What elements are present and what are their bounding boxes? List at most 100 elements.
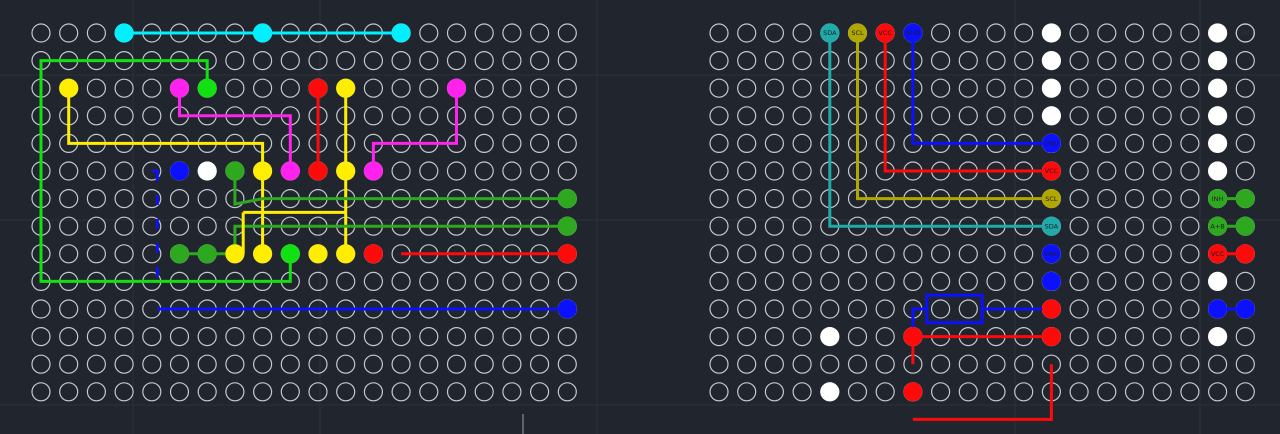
- pin-yellow: [59, 78, 79, 98]
- board-hole: [958, 78, 978, 98]
- board-hole: [1124, 78, 1145, 98]
- board-hole: [502, 327, 522, 347]
- board-hole: [419, 23, 439, 43]
- board-hole: [114, 106, 134, 126]
- board-hole: [197, 354, 217, 374]
- board-hole: [1180, 382, 1200, 402]
- board-hole: [502, 78, 522, 98]
- board-hole: [986, 23, 1006, 43]
- board-hole: [114, 299, 134, 319]
- board-hole: [253, 50, 273, 71]
- board-hole: [1152, 161, 1172, 181]
- board-hole: [737, 23, 757, 43]
- board-hole: [59, 354, 79, 374]
- board-hole: [31, 23, 51, 43]
- board-hole: [709, 133, 729, 153]
- board-hole: [1207, 354, 1228, 374]
- pin-red: [1041, 327, 1061, 347]
- board-hole: [142, 354, 162, 374]
- board-hole: [391, 271, 411, 291]
- board-hole: [709, 106, 729, 126]
- pin-green: [557, 216, 577, 236]
- board-hole: [363, 106, 383, 126]
- pin-label: SDA: [1045, 222, 1059, 230]
- board-hole: [529, 382, 550, 402]
- board-hole: [1180, 161, 1200, 181]
- pin-white: [1208, 161, 1228, 181]
- pin-white: [820, 327, 840, 347]
- board-hole: [86, 244, 107, 264]
- board-hole: [391, 106, 411, 126]
- pin-red: [903, 327, 923, 347]
- pin-blue: [170, 161, 189, 181]
- board-hole: [1152, 50, 1172, 71]
- board-hole: [391, 161, 411, 181]
- board-hole: [930, 106, 951, 126]
- board-hole: [1124, 354, 1145, 374]
- board-hole: [764, 327, 785, 347]
- board-hole: [1124, 271, 1145, 291]
- board-hole: [502, 133, 522, 153]
- board-hole: [529, 161, 550, 181]
- board-hole: [847, 354, 868, 374]
- board-hole: [1014, 106, 1034, 126]
- board-hole: [1152, 78, 1172, 98]
- board-hole: [709, 50, 729, 71]
- board-hole: [1124, 327, 1145, 347]
- board-hole: [1180, 106, 1200, 126]
- board-hole: [1152, 354, 1172, 374]
- pin-yellow: [253, 161, 273, 181]
- board-hole: [847, 271, 868, 291]
- board-hole: [986, 106, 1006, 126]
- board-hole: [86, 382, 107, 402]
- board-hole: [930, 354, 951, 374]
- pin-magenta: [170, 78, 189, 98]
- board-hole: [363, 50, 383, 71]
- board-hole: [1180, 189, 1200, 209]
- board-hole: [792, 327, 812, 347]
- board-hole: [1152, 189, 1172, 209]
- board-hole: [169, 354, 190, 374]
- board-hole: [709, 161, 729, 181]
- board-hole: [1014, 354, 1034, 374]
- wire-magenta: [178, 88, 292, 171]
- pin-yellow: [253, 244, 273, 264]
- pin-magenta: [280, 161, 300, 181]
- board-hole: [280, 382, 300, 402]
- board-hole: [446, 50, 467, 71]
- board-hole: [1124, 23, 1145, 43]
- pin-white: [1208, 271, 1228, 291]
- board-hole: [31, 354, 51, 374]
- board-hole: [225, 78, 245, 98]
- board-hole: [737, 354, 757, 374]
- board-hole: [363, 382, 383, 402]
- board-hole: [1069, 244, 1089, 264]
- wire-red: [912, 364, 1053, 421]
- board-hole: [958, 50, 978, 71]
- board-hole: [557, 78, 577, 98]
- board-hole: [986, 50, 1006, 71]
- board-hole: [1069, 271, 1089, 291]
- board-hole: [280, 354, 300, 374]
- board-hole: [764, 161, 785, 181]
- board-hole: [142, 327, 162, 347]
- board-hole: [86, 161, 107, 181]
- board-hole: [557, 50, 577, 71]
- pin-green: [225, 161, 245, 181]
- board-hole: [1235, 271, 1255, 291]
- board-hole: [197, 327, 217, 347]
- pin-label: VCC: [878, 29, 892, 37]
- board-hole: [31, 299, 51, 319]
- wire-red: [883, 33, 1052, 173]
- board-hole: [709, 271, 729, 291]
- pin-cyan: [253, 23, 273, 43]
- board-hole: [1069, 50, 1089, 71]
- board-hole: [114, 327, 134, 347]
- board-hole: [391, 327, 411, 347]
- board-hole: [557, 327, 577, 347]
- pin-green: [1235, 216, 1255, 236]
- board-hole: [446, 382, 467, 402]
- board-hole: [1014, 23, 1034, 43]
- pin-label: A+B: [1210, 222, 1224, 230]
- board-hole: [709, 78, 729, 98]
